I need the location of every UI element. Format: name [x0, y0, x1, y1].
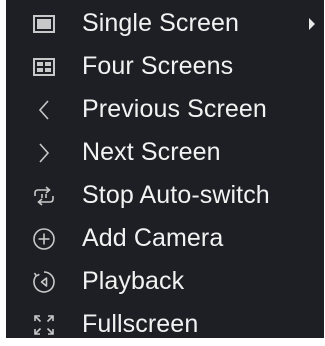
- menu-item-label: Next Screen: [82, 138, 221, 166]
- add-circle-icon: [29, 224, 59, 254]
- menu-item-playback[interactable]: Playback: [6, 260, 324, 303]
- single-screen-icon: [29, 9, 59, 39]
- menu-item-label: Four Screens: [82, 52, 234, 80]
- submenu-arrow-icon: [309, 18, 315, 30]
- menu-item-label: Add Camera: [82, 224, 224, 252]
- menu-item-label: Stop Auto-switch: [82, 181, 270, 209]
- four-screens-icon: [29, 52, 59, 82]
- menu-item-add-camera[interactable]: Add Camera: [6, 217, 324, 260]
- menu-item-stop-auto-switch[interactable]: Stop Auto-switch: [6, 174, 324, 217]
- menu-item-four-screens[interactable]: Four Screens: [6, 45, 324, 88]
- menu-item-label: Single Screen: [82, 9, 239, 37]
- context-menu: Single Screen Four Screens Previous Scre…: [6, 0, 324, 338]
- auto-switch-icon: [29, 181, 59, 211]
- menu-item-previous-screen[interactable]: Previous Screen: [6, 88, 324, 131]
- chevron-left-icon: [29, 95, 59, 125]
- menu-item-single-screen[interactable]: Single Screen: [6, 2, 324, 45]
- playback-icon: [29, 267, 59, 297]
- fullscreen-icon: [29, 310, 59, 340]
- chevron-right-icon: [29, 138, 59, 168]
- menu-item-label: Playback: [82, 267, 185, 295]
- menu-item-label: Previous Screen: [82, 95, 267, 123]
- menu-item-next-screen[interactable]: Next Screen: [6, 131, 324, 174]
